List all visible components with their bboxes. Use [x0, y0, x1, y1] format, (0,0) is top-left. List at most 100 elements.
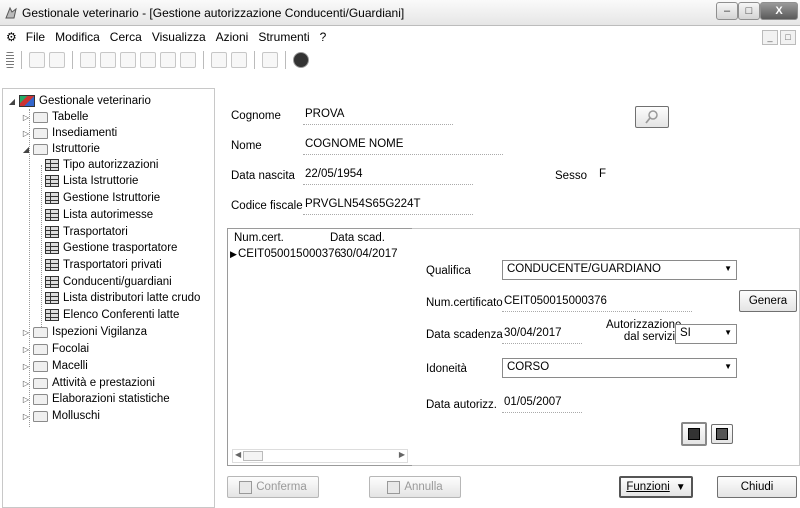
conferma-button[interactable]: Conferma: [227, 476, 319, 498]
tree-item-label: Tipo autorizzazioni: [63, 159, 159, 171]
data-nascita-underline: [303, 184, 473, 185]
expand-icon[interactable]: ▷: [21, 328, 31, 337]
tree-item-ispezioni-vigilanza[interactable]: ▷ Ispezioni Vigilanza: [21, 324, 147, 340]
new-icon[interactable]: [29, 52, 45, 68]
col-header-data-scad[interactable]: Data scad.: [330, 232, 385, 244]
data-nascita-field[interactable]: 22/05/1954: [305, 168, 363, 180]
mdi-maximize-button[interactable]: □: [780, 30, 796, 45]
tree-item-lista-istruttorie[interactable]: Lista Istruttorie: [45, 173, 138, 189]
page-next-icon[interactable]: [120, 52, 136, 68]
tree-item-label: Conducenti/guardiani: [63, 276, 172, 288]
menu-bar: ⚙ File Modifica Cerca Visualizza Azioni …: [0, 27, 800, 47]
tree-item-gestione-trasportatore[interactable]: Gestione trasportatore: [45, 240, 177, 256]
open-icon[interactable]: [49, 52, 65, 68]
funzioni-button[interactable]: Funzioni ▼: [619, 476, 693, 498]
tree-item-trasportatori[interactable]: Trasportatori: [45, 224, 128, 240]
save-detail-button[interactable]: [681, 422, 707, 446]
cognome-underline: [303, 124, 453, 125]
menu-file[interactable]: File: [21, 30, 50, 44]
data-nascita-label: Data nascita: [231, 170, 295, 182]
tree-item-insediamenti[interactable]: ▷ Insediamenti: [21, 125, 117, 141]
expand-icon[interactable]: ▷: [21, 412, 31, 421]
cancel-icon[interactable]: [180, 52, 196, 68]
scrollbar-thumb[interactable]: [243, 451, 263, 461]
chevron-down-icon[interactable]: ▼: [724, 328, 732, 337]
minimize-button[interactable]: –: [716, 2, 738, 20]
menu-modifica[interactable]: Modifica: [50, 30, 105, 44]
data-scadenza-field[interactable]: 30/04/2017: [504, 327, 562, 339]
tree-item-elaborazioni-statistiche[interactable]: ▷ Elaborazioni statistiche: [21, 391, 170, 407]
tree-item-tabelle[interactable]: ▷ Tabelle: [21, 109, 89, 125]
table-icon: [45, 226, 59, 238]
tree-item-lista-distributori[interactable]: Lista distributori latte crudo: [45, 290, 200, 306]
qualifica-select[interactable]: CONDUCENTE/GUARDIANO ▼: [502, 260, 737, 280]
menu-strumenti[interactable]: Strumenti: [253, 30, 314, 44]
num-certificato-field[interactable]: CEIT050015000376: [504, 295, 607, 307]
tree-item-tipo-autorizzazioni[interactable]: Tipo autorizzazioni: [45, 157, 158, 173]
idoneita-select[interactable]: CORSO ▼: [502, 358, 737, 378]
collapse-icon[interactable]: ◢: [21, 145, 31, 154]
tree-item-elenco-conferenti[interactable]: Elenco Conferenti latte: [45, 307, 179, 323]
autorizzazione-select[interactable]: SI ▼: [675, 324, 737, 344]
page-prev-icon[interactable]: [100, 52, 116, 68]
table-row[interactable]: ▶ CEIT050015000376 30/04/2017: [228, 247, 412, 263]
filter-icon[interactable]: [231, 52, 247, 68]
tree-item-focolai[interactable]: ▷ Focolai: [21, 341, 89, 357]
expand-icon[interactable]: ▷: [21, 362, 31, 371]
search-person-button[interactable]: [635, 106, 669, 128]
tree-item-lista-autorimesse[interactable]: Lista autorimesse: [45, 207, 153, 223]
expand-icon[interactable]: ▷: [21, 129, 31, 138]
tree-item-molluschi[interactable]: ▷ Molluschi: [21, 408, 100, 424]
expand-icon[interactable]: ▷: [21, 395, 31, 404]
folder-icon: [33, 343, 48, 355]
mdi-minimize-button[interactable]: _: [762, 30, 778, 45]
table-icon: [45, 159, 59, 171]
menu-cerca[interactable]: Cerca: [105, 30, 147, 44]
maximize-button[interactable]: □: [738, 2, 760, 20]
menu-help[interactable]: ?: [315, 30, 332, 44]
print-icon[interactable]: [262, 52, 278, 68]
page-first-icon[interactable]: [80, 52, 96, 68]
scroll-left-icon[interactable]: ◀: [235, 450, 241, 459]
cancel-detail-button[interactable]: [711, 424, 733, 444]
horizontal-scrollbar[interactable]: ◀ ▶: [232, 449, 408, 463]
cognome-field[interactable]: PROVA: [305, 108, 344, 120]
help-icon[interactable]: [211, 52, 227, 68]
close-button[interactable]: X: [760, 2, 798, 20]
save-icon[interactable]: [160, 52, 176, 68]
mdi-child-icon[interactable]: ⚙: [6, 30, 17, 44]
menu-azioni[interactable]: Azioni: [211, 30, 254, 44]
tree-item-trasportatori-privati[interactable]: Trasportatori privati: [45, 257, 162, 273]
col-header-num-cert[interactable]: Num.cert.: [234, 232, 284, 244]
table-icon: [45, 175, 59, 187]
data-autorizz-field[interactable]: 01/05/2007: [504, 396, 562, 408]
tree-item-label: Gestione Istruttorie: [63, 192, 161, 204]
toolbar-separator: [21, 51, 22, 69]
certificate-list[interactable]: Num.cert. Data scad. ▶ CEIT050015000376 …: [227, 228, 413, 466]
tree-item-gestione-istruttorie[interactable]: Gestione Istruttorie: [45, 190, 160, 206]
chiudi-button[interactable]: Chiudi: [717, 476, 797, 498]
dropdown-arrow-icon: ▼: [675, 481, 686, 493]
codice-fiscale-field[interactable]: PRVGLN54S65G224T: [305, 198, 421, 210]
tree-item-label: Macelli: [52, 360, 88, 372]
nome-field[interactable]: COGNOME NOME: [305, 138, 403, 150]
annulla-button[interactable]: Annulla: [369, 476, 461, 498]
expand-icon[interactable]: ▷: [21, 379, 31, 388]
collapse-icon[interactable]: ◢: [7, 97, 17, 106]
menu-visualizza[interactable]: Visualizza: [147, 30, 211, 44]
expand-icon[interactable]: ▷: [21, 345, 31, 354]
genera-button[interactable]: Genera: [739, 290, 797, 312]
tree-item-label: Elenco Conferenti latte: [63, 309, 180, 321]
chevron-down-icon[interactable]: ▼: [724, 264, 732, 273]
expand-icon[interactable]: ▷: [21, 113, 31, 122]
tree-item-macelli[interactable]: ▷ Macelli: [21, 358, 88, 374]
tree-item-attivita-prestazioni[interactable]: ▷ Attività e prestazioni: [21, 375, 155, 391]
sesso-field[interactable]: F: [599, 168, 606, 180]
tree-item-istruttorie[interactable]: ◢ Istruttorie: [21, 141, 100, 157]
tree-root[interactable]: ◢ Gestionale veterinario: [7, 93, 151, 109]
page-last-icon[interactable]: [140, 52, 156, 68]
exit-icon[interactable]: [293, 52, 309, 68]
scroll-right-icon[interactable]: ▶: [399, 450, 405, 459]
chevron-down-icon[interactable]: ▼: [724, 362, 732, 371]
tree-item-conducenti-guardiani[interactable]: Conducenti/guardiani: [45, 274, 172, 290]
